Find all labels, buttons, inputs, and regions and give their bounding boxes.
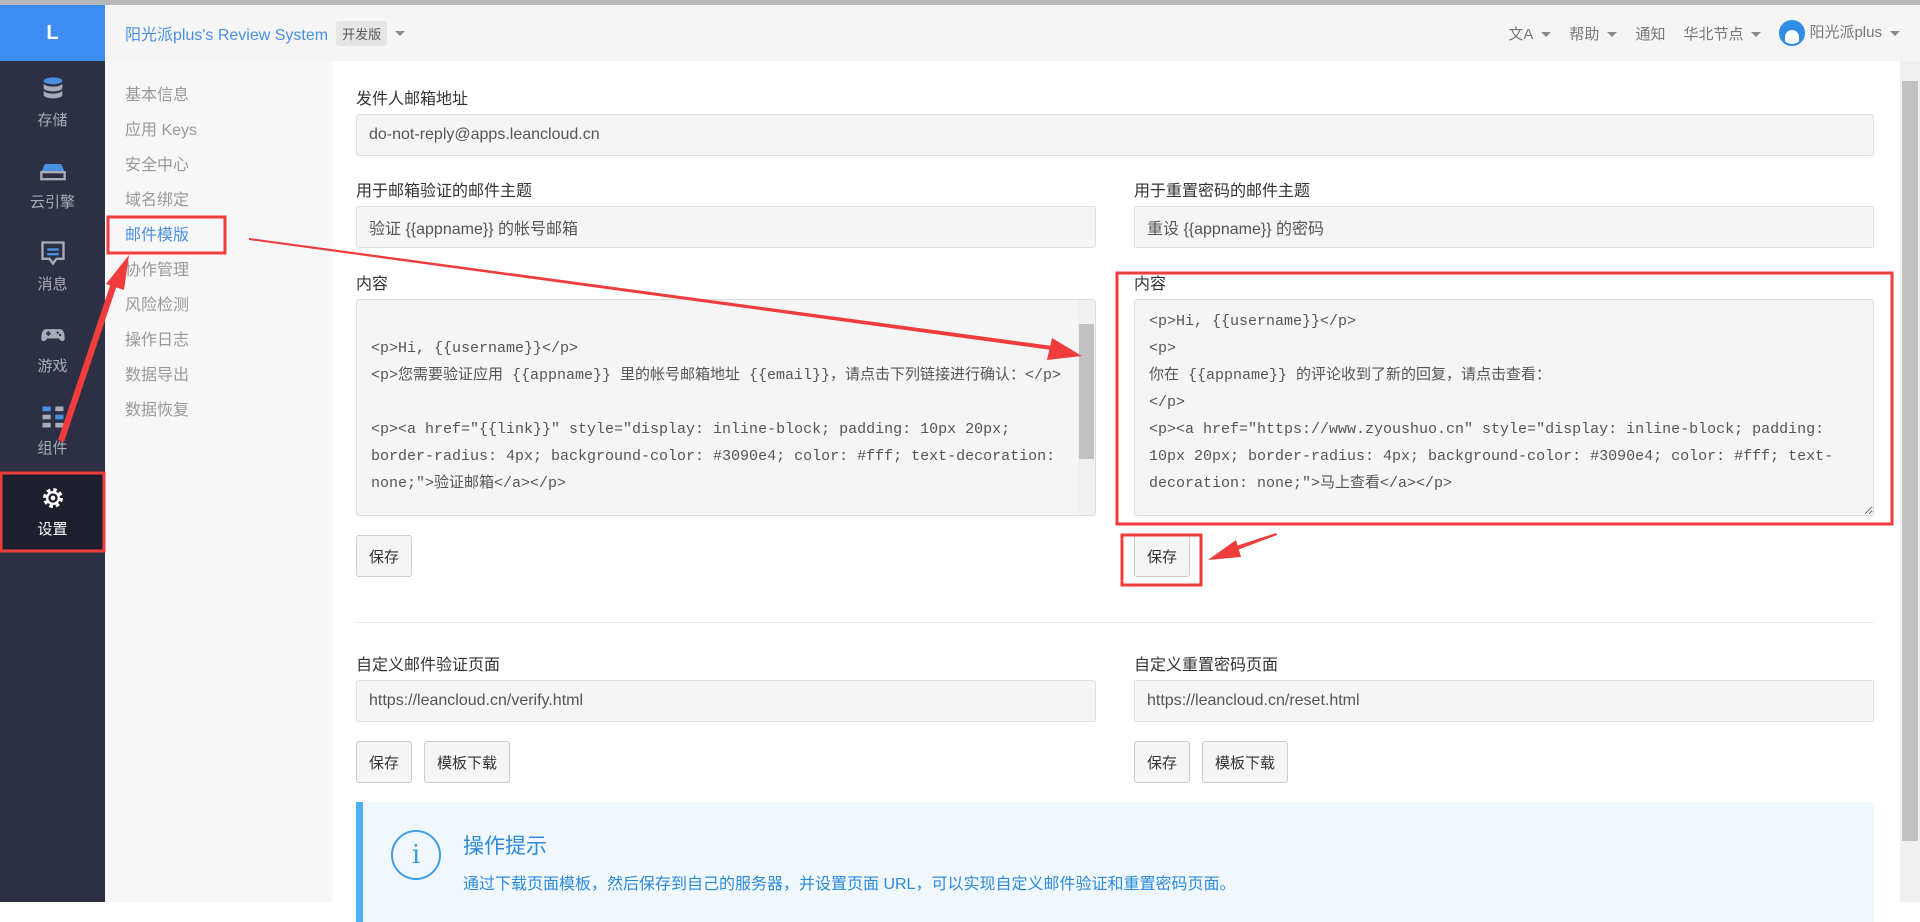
- sidebar-item-settings[interactable]: 设置: [0, 471, 105, 551]
- chevron-down-icon: [1541, 32, 1552, 38]
- reset-subject-input[interactable]: [1134, 206, 1874, 248]
- info-icon: i: [391, 830, 441, 880]
- download-verify-template-button[interactable]: 模板下载: [424, 741, 511, 783]
- user-name: 阳光派plus: [1809, 23, 1882, 41]
- app-title[interactable]: 阳光派plus's Review System: [125, 21, 328, 45]
- sidebar-item-label: 游戏: [37, 357, 68, 375]
- notifications-link[interactable]: 通知: [1635, 23, 1665, 44]
- subnav-collaborators[interactable]: 协作管理: [125, 256, 189, 280]
- verify-subject-label: 用于邮箱验证的邮件主题: [356, 183, 533, 200]
- help-menu[interactable]: 帮助: [1569, 23, 1618, 44]
- chevron-down-icon: [1607, 32, 1618, 38]
- textarea-scrollbar[interactable]: [1078, 300, 1095, 515]
- page-scrollbar[interactable]: [1900, 61, 1920, 902]
- env-badge: 开发版: [336, 20, 388, 46]
- sidebar-item-messages[interactable]: 消息: [0, 225, 105, 307]
- subnav-export[interactable]: 数据导出: [125, 361, 189, 385]
- tip-title: 操作提示: [463, 835, 547, 858]
- language-menu[interactable]: 文A: [1508, 23, 1552, 44]
- page-scrollbar-thumb[interactable]: [1902, 81, 1918, 841]
- translate-icon: 文A: [1508, 25, 1534, 43]
- database-icon: [43, 76, 62, 98]
- avatar-icon: [1779, 20, 1806, 46]
- chevron-down-icon: [1890, 30, 1900, 36]
- sidebar-item-label: 消息: [37, 275, 68, 293]
- components-icon: [42, 406, 63, 427]
- subnav-security[interactable]: 安全中心: [125, 151, 189, 175]
- subnav-logs[interactable]: 操作日志: [125, 326, 189, 350]
- region-label: 华北节点: [1683, 25, 1744, 43]
- save-reset-template-button[interactable]: 保存: [1134, 535, 1191, 577]
- gamepad-icon: [40, 328, 65, 341]
- tip-box: i 操作提示 通过下载页面模板，然后保存到自己的服务器，并设置页面 URL，可以…: [356, 802, 1874, 922]
- settings-subnav: 基本信息 应用 Keys 安全中心 域名绑定 邮件模版 协作管理 风险检测 操作…: [105, 61, 333, 902]
- top-header: 阳光派plus's Review System 开发版 文A 帮助 通知 华北节…: [105, 5, 1920, 61]
- message-icon: [40, 240, 65, 265]
- verify-content-textarea[interactable]: <p>Hi, {{username}}</p> <p>您需要验证应用 {{app…: [356, 299, 1096, 516]
- user-menu[interactable]: 阳光派plus: [1779, 20, 1900, 46]
- tip-text: 通过下载页面模板，然后保存到自己的服务器，并设置页面 URL，可以实现自定义邮件…: [463, 876, 1236, 893]
- sidebar-item-label: 云引擎: [29, 193, 75, 211]
- reset-page-url-input[interactable]: [1134, 680, 1874, 722]
- save-verify-template-button[interactable]: 保存: [356, 535, 413, 577]
- sidebar-item-games[interactable]: 游戏: [0, 307, 105, 389]
- subnav-domain[interactable]: 域名绑定: [125, 186, 189, 210]
- sender-email-input[interactable]: [356, 114, 1874, 156]
- sidebar-item-label: 存储: [37, 111, 68, 129]
- subnav-app-keys[interactable]: 应用 Keys: [125, 116, 197, 140]
- reset-page-label: 自定义重置密码页面: [1134, 657, 1279, 674]
- subnav-email-templates[interactable]: 邮件模版: [125, 221, 189, 245]
- sidebar: L 存储 云引擎 消息 游戏 组件 设置: [0, 5, 105, 902]
- chevron-down-icon: [1751, 32, 1762, 38]
- divider: [356, 622, 1874, 623]
- server-icon: [39, 163, 66, 180]
- reset-content-label: 内容: [1134, 276, 1167, 293]
- app-switch-caret-icon[interactable]: [395, 30, 406, 36]
- save-verify-page-button[interactable]: 保存: [356, 741, 413, 783]
- logo[interactable]: L: [0, 5, 105, 61]
- subnav-restore[interactable]: 数据恢复: [125, 396, 189, 420]
- sender-label: 发件人邮箱地址: [356, 91, 469, 108]
- sidebar-item-label: 设置: [37, 520, 68, 538]
- verify-subject-input[interactable]: [356, 206, 1096, 248]
- sidebar-item-components[interactable]: 组件: [0, 389, 105, 471]
- reset-subject-label: 用于重置密码的邮件主题: [1134, 183, 1311, 200]
- sidebar-item-storage[interactable]: 存储: [0, 61, 105, 143]
- download-reset-template-button[interactable]: 模板下载: [1202, 741, 1289, 783]
- gear-icon: [42, 487, 63, 508]
- verify-page-label: 自定义邮件验证页面: [356, 657, 501, 674]
- email-template-form: 发件人邮箱地址 用于邮箱验证的邮件主题 用于重置密码的邮件主题 内容 <p>Hi…: [333, 61, 1900, 922]
- sidebar-item-cloud-engine[interactable]: 云引擎: [0, 143, 105, 225]
- reset-content-textarea[interactable]: <p>Hi, {{username}}</p> <p> 你在 {{appname…: [1134, 299, 1874, 516]
- help-label: 帮助: [1569, 25, 1600, 43]
- subnav-risk[interactable]: 风险检测: [125, 291, 189, 315]
- sidebar-item-label: 组件: [37, 439, 68, 457]
- region-menu[interactable]: 华北节点: [1683, 23, 1762, 44]
- verify-content-label: 内容: [356, 276, 389, 293]
- verify-page-url-input[interactable]: [356, 680, 1096, 722]
- save-reset-page-button[interactable]: 保存: [1134, 741, 1191, 783]
- subnav-basic-info[interactable]: 基本信息: [125, 81, 189, 105]
